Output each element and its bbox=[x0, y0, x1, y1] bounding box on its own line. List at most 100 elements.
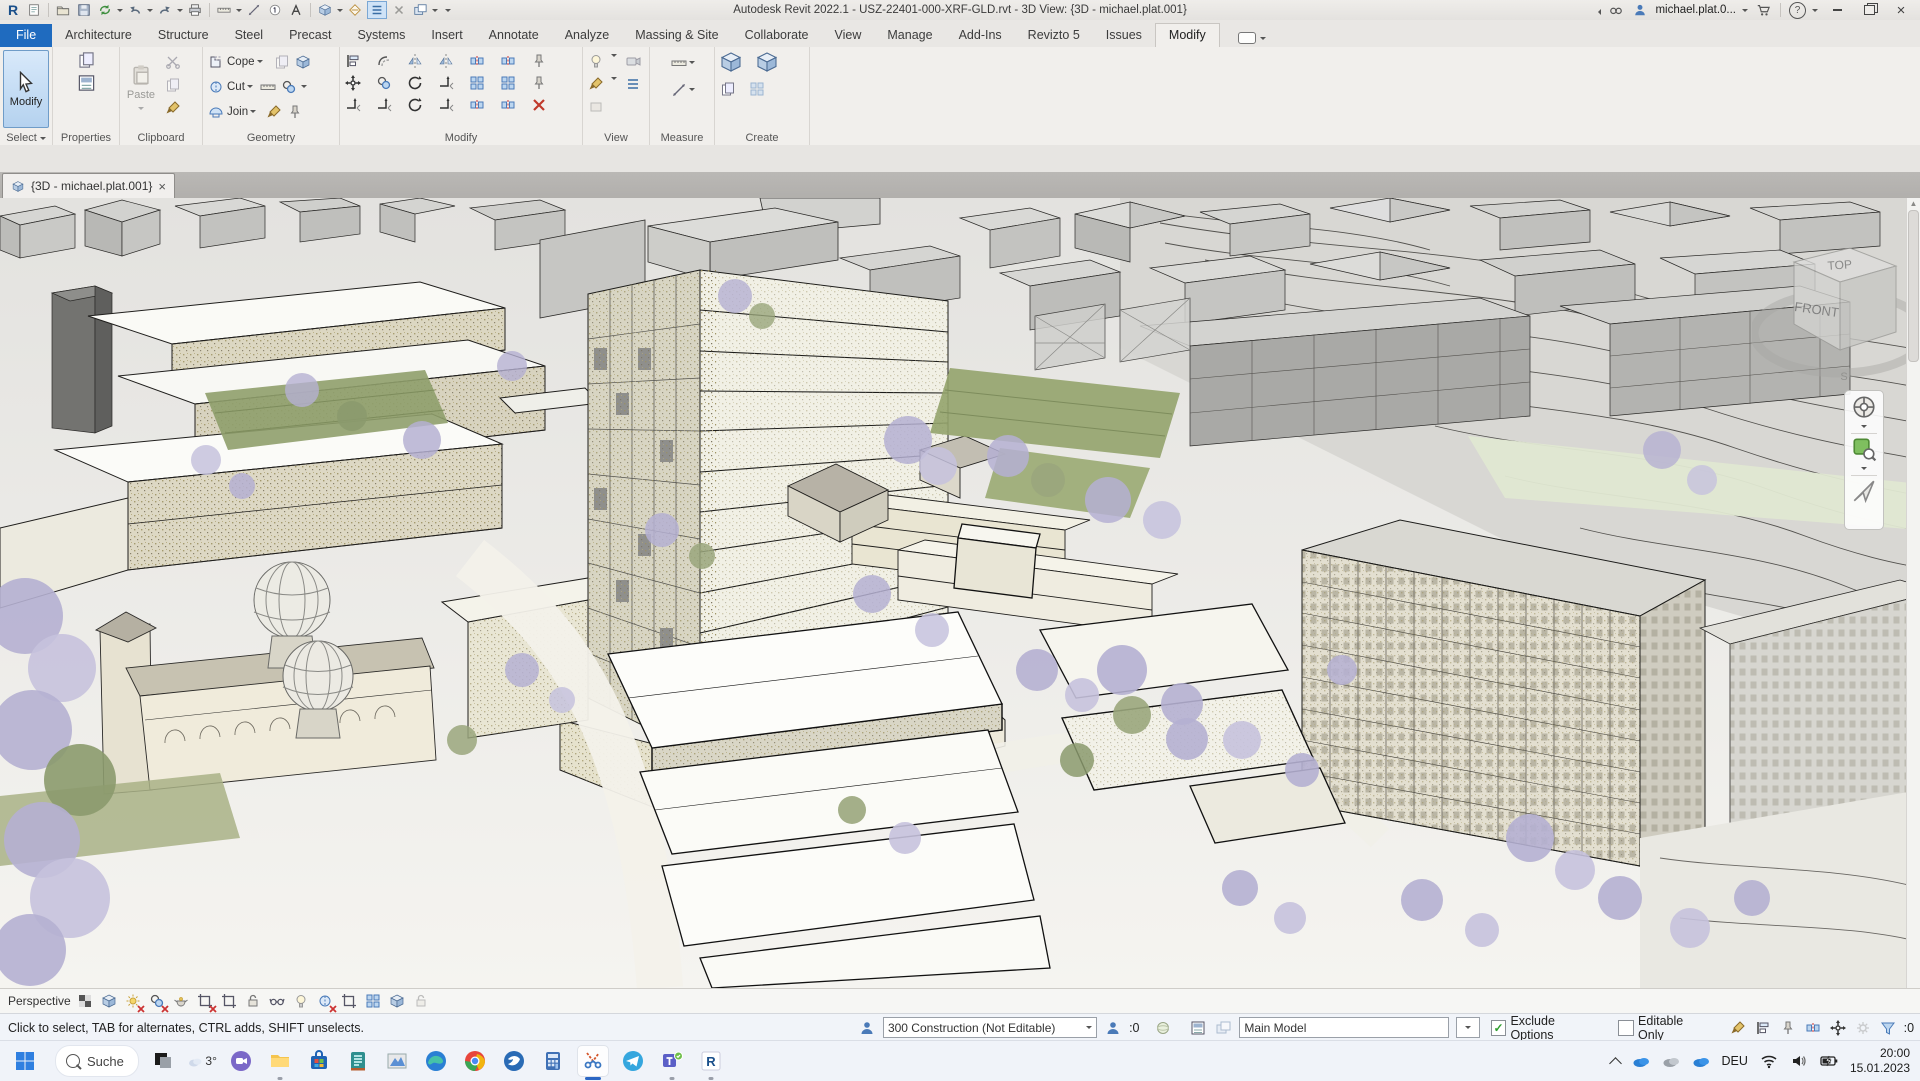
render-sphere-icon[interactable] bbox=[1155, 1019, 1173, 1037]
create-group-icon[interactable] bbox=[718, 49, 744, 75]
sun-path-off-icon[interactable] bbox=[124, 992, 143, 1011]
ribbon-tab-revizto[interactable]: Revizto 5 bbox=[1015, 24, 1093, 47]
design-options-icon[interactable] bbox=[1189, 1019, 1207, 1037]
temporary-view-properties-icon[interactable] bbox=[340, 992, 359, 1011]
solid-icon[interactable] bbox=[294, 52, 313, 71]
switch-windows-icon[interactable] bbox=[411, 2, 429, 18]
sync-caret-icon[interactable] bbox=[117, 9, 123, 15]
crop-region-visibility-icon[interactable] bbox=[220, 992, 239, 1011]
edge-browser[interactable] bbox=[421, 1046, 451, 1076]
steering-wheel-icon[interactable] bbox=[1851, 394, 1877, 420]
ribbon-tab-steel[interactable]: Steel bbox=[222, 24, 277, 47]
scroll-up-icon[interactable]: ▲ bbox=[1910, 199, 1918, 208]
rendering-dialog-icon[interactable] bbox=[172, 992, 191, 1011]
view-tab-3d[interactable]: {3D - michael.plat.001} × bbox=[2, 173, 175, 198]
panel-label-select[interactable]: Select bbox=[0, 132, 52, 144]
clock[interactable]: 20:00 15.01.2023 bbox=[1850, 1046, 1910, 1076]
restore-button[interactable] bbox=[1856, 1, 1882, 19]
account-icon[interactable] bbox=[1631, 2, 1649, 18]
search-input[interactable]: Suche bbox=[55, 1045, 139, 1077]
search-help-icon[interactable] bbox=[1607, 2, 1625, 18]
undo-icon[interactable] bbox=[126, 2, 144, 18]
mirror-draw-axis-icon[interactable] bbox=[436, 51, 455, 70]
editable-only-checkbox[interactable]: Editable Only bbox=[1618, 1014, 1712, 1042]
language-indicator[interactable]: DEU bbox=[1722, 1054, 1748, 1068]
teams[interactable] bbox=[657, 1046, 687, 1076]
select-pinned-icon[interactable] bbox=[1779, 1019, 1797, 1037]
text-icon[interactable] bbox=[287, 2, 305, 18]
cope-label[interactable]: Cope bbox=[227, 56, 255, 68]
unjoin-icon[interactable] bbox=[280, 77, 299, 96]
reveal-constraints-icon[interactable] bbox=[364, 992, 383, 1011]
editing-requests-icon[interactable] bbox=[1104, 1019, 1122, 1037]
align-left-icon[interactable] bbox=[467, 95, 486, 114]
save-icon[interactable] bbox=[75, 2, 93, 18]
exclude-options-checkbox[interactable]: ✓ Exclude Options bbox=[1491, 1014, 1602, 1042]
rotate-icon[interactable] bbox=[405, 73, 424, 92]
ribbon-tab-systems[interactable]: Systems bbox=[344, 24, 418, 47]
split-with-gap-icon[interactable] bbox=[498, 51, 517, 70]
measure-caret-icon[interactable] bbox=[236, 9, 242, 15]
reveal-hidden-icon[interactable] bbox=[586, 51, 605, 70]
notes-app[interactable] bbox=[343, 1046, 373, 1076]
cutaway-icon[interactable] bbox=[623, 74, 642, 93]
align-right-icon[interactable] bbox=[498, 95, 517, 114]
drag-on-selection-icon[interactable] bbox=[1829, 1019, 1847, 1037]
create-assembly-icon[interactable] bbox=[718, 79, 737, 98]
file-explorer[interactable] bbox=[265, 1046, 295, 1076]
chrome-browser[interactable] bbox=[460, 1046, 490, 1076]
type-properties-icon[interactable] bbox=[77, 73, 96, 92]
ribbon-tab-collaborate[interactable]: Collaborate bbox=[732, 24, 822, 47]
weather-widget[interactable]: 3° bbox=[187, 1046, 217, 1076]
properties-icon[interactable] bbox=[77, 50, 96, 69]
trim-extend-corner-icon[interactable] bbox=[436, 73, 455, 92]
thunderbird[interactable] bbox=[499, 1046, 529, 1076]
panel-label-modify[interactable]: Modify bbox=[340, 132, 582, 144]
active-workset-select[interactable]: 300 Construction (Not Editable) bbox=[883, 1017, 1097, 1038]
render-in-cloud-icon[interactable] bbox=[623, 51, 642, 70]
view-cube[interactable]: TOP FRONT S bbox=[1752, 238, 1920, 388]
revit-logo[interactable]: R bbox=[4, 2, 22, 18]
app-store-icon[interactable] bbox=[1754, 2, 1772, 18]
temporary-hide-isolate-icon[interactable] bbox=[268, 992, 287, 1011]
visual-style-icon[interactable] bbox=[100, 992, 119, 1011]
close-button[interactable]: × bbox=[1888, 1, 1914, 19]
select-links-icon[interactable] bbox=[1729, 1019, 1747, 1037]
reveal-hidden-elements-icon[interactable] bbox=[292, 992, 311, 1011]
telegram[interactable] bbox=[618, 1046, 648, 1076]
view-tab-close-icon[interactable]: × bbox=[158, 180, 166, 193]
align-icon[interactable] bbox=[343, 51, 362, 70]
linework-icon[interactable] bbox=[586, 74, 605, 93]
tag-icon[interactable] bbox=[266, 2, 284, 18]
ribbon-tab-manage[interactable]: Manage bbox=[874, 24, 945, 47]
ribbon-tab-annotate[interactable]: Annotate bbox=[476, 24, 552, 47]
panel-label-create[interactable]: Create bbox=[715, 132, 809, 144]
design-option-caret[interactable] bbox=[1456, 1017, 1480, 1038]
ribbon-tab-view[interactable]: View bbox=[822, 24, 875, 47]
unpin-icon[interactable] bbox=[529, 51, 548, 70]
help-icon[interactable]: ? bbox=[1789, 2, 1806, 19]
pin-icon[interactable] bbox=[529, 73, 548, 92]
microsoft-store[interactable] bbox=[304, 1046, 334, 1076]
help-caret-icon[interactable] bbox=[1812, 9, 1818, 15]
task-view-button[interactable] bbox=[148, 1046, 178, 1076]
revit-app[interactable]: R bbox=[696, 1046, 726, 1076]
displaced-elements-icon[interactable] bbox=[388, 992, 407, 1011]
rotate-alt-icon[interactable] bbox=[405, 95, 424, 114]
unlocked-view-icon[interactable] bbox=[244, 992, 263, 1011]
offset-icon[interactable] bbox=[374, 51, 393, 70]
panel-label-properties[interactable]: Properties bbox=[53, 132, 119, 144]
document-icon[interactable] bbox=[25, 2, 43, 18]
split-element-icon[interactable] bbox=[467, 51, 486, 70]
wall-joins-icon[interactable] bbox=[264, 102, 283, 121]
match-type-icon[interactable] bbox=[163, 98, 182, 117]
switch-windows-caret-icon[interactable] bbox=[432, 9, 438, 15]
scale-icon[interactable] bbox=[498, 73, 517, 92]
default-3d-view-icon[interactable] bbox=[316, 2, 334, 18]
battery-icon[interactable] bbox=[1820, 1052, 1838, 1070]
snipping-tool[interactable] bbox=[577, 1045, 609, 1077]
pan-icon[interactable] bbox=[1851, 478, 1877, 504]
active-design-option-select[interactable]: Main Model bbox=[1239, 1017, 1448, 1038]
media-app[interactable] bbox=[382, 1046, 412, 1076]
redo-caret-icon[interactable] bbox=[177, 9, 183, 15]
